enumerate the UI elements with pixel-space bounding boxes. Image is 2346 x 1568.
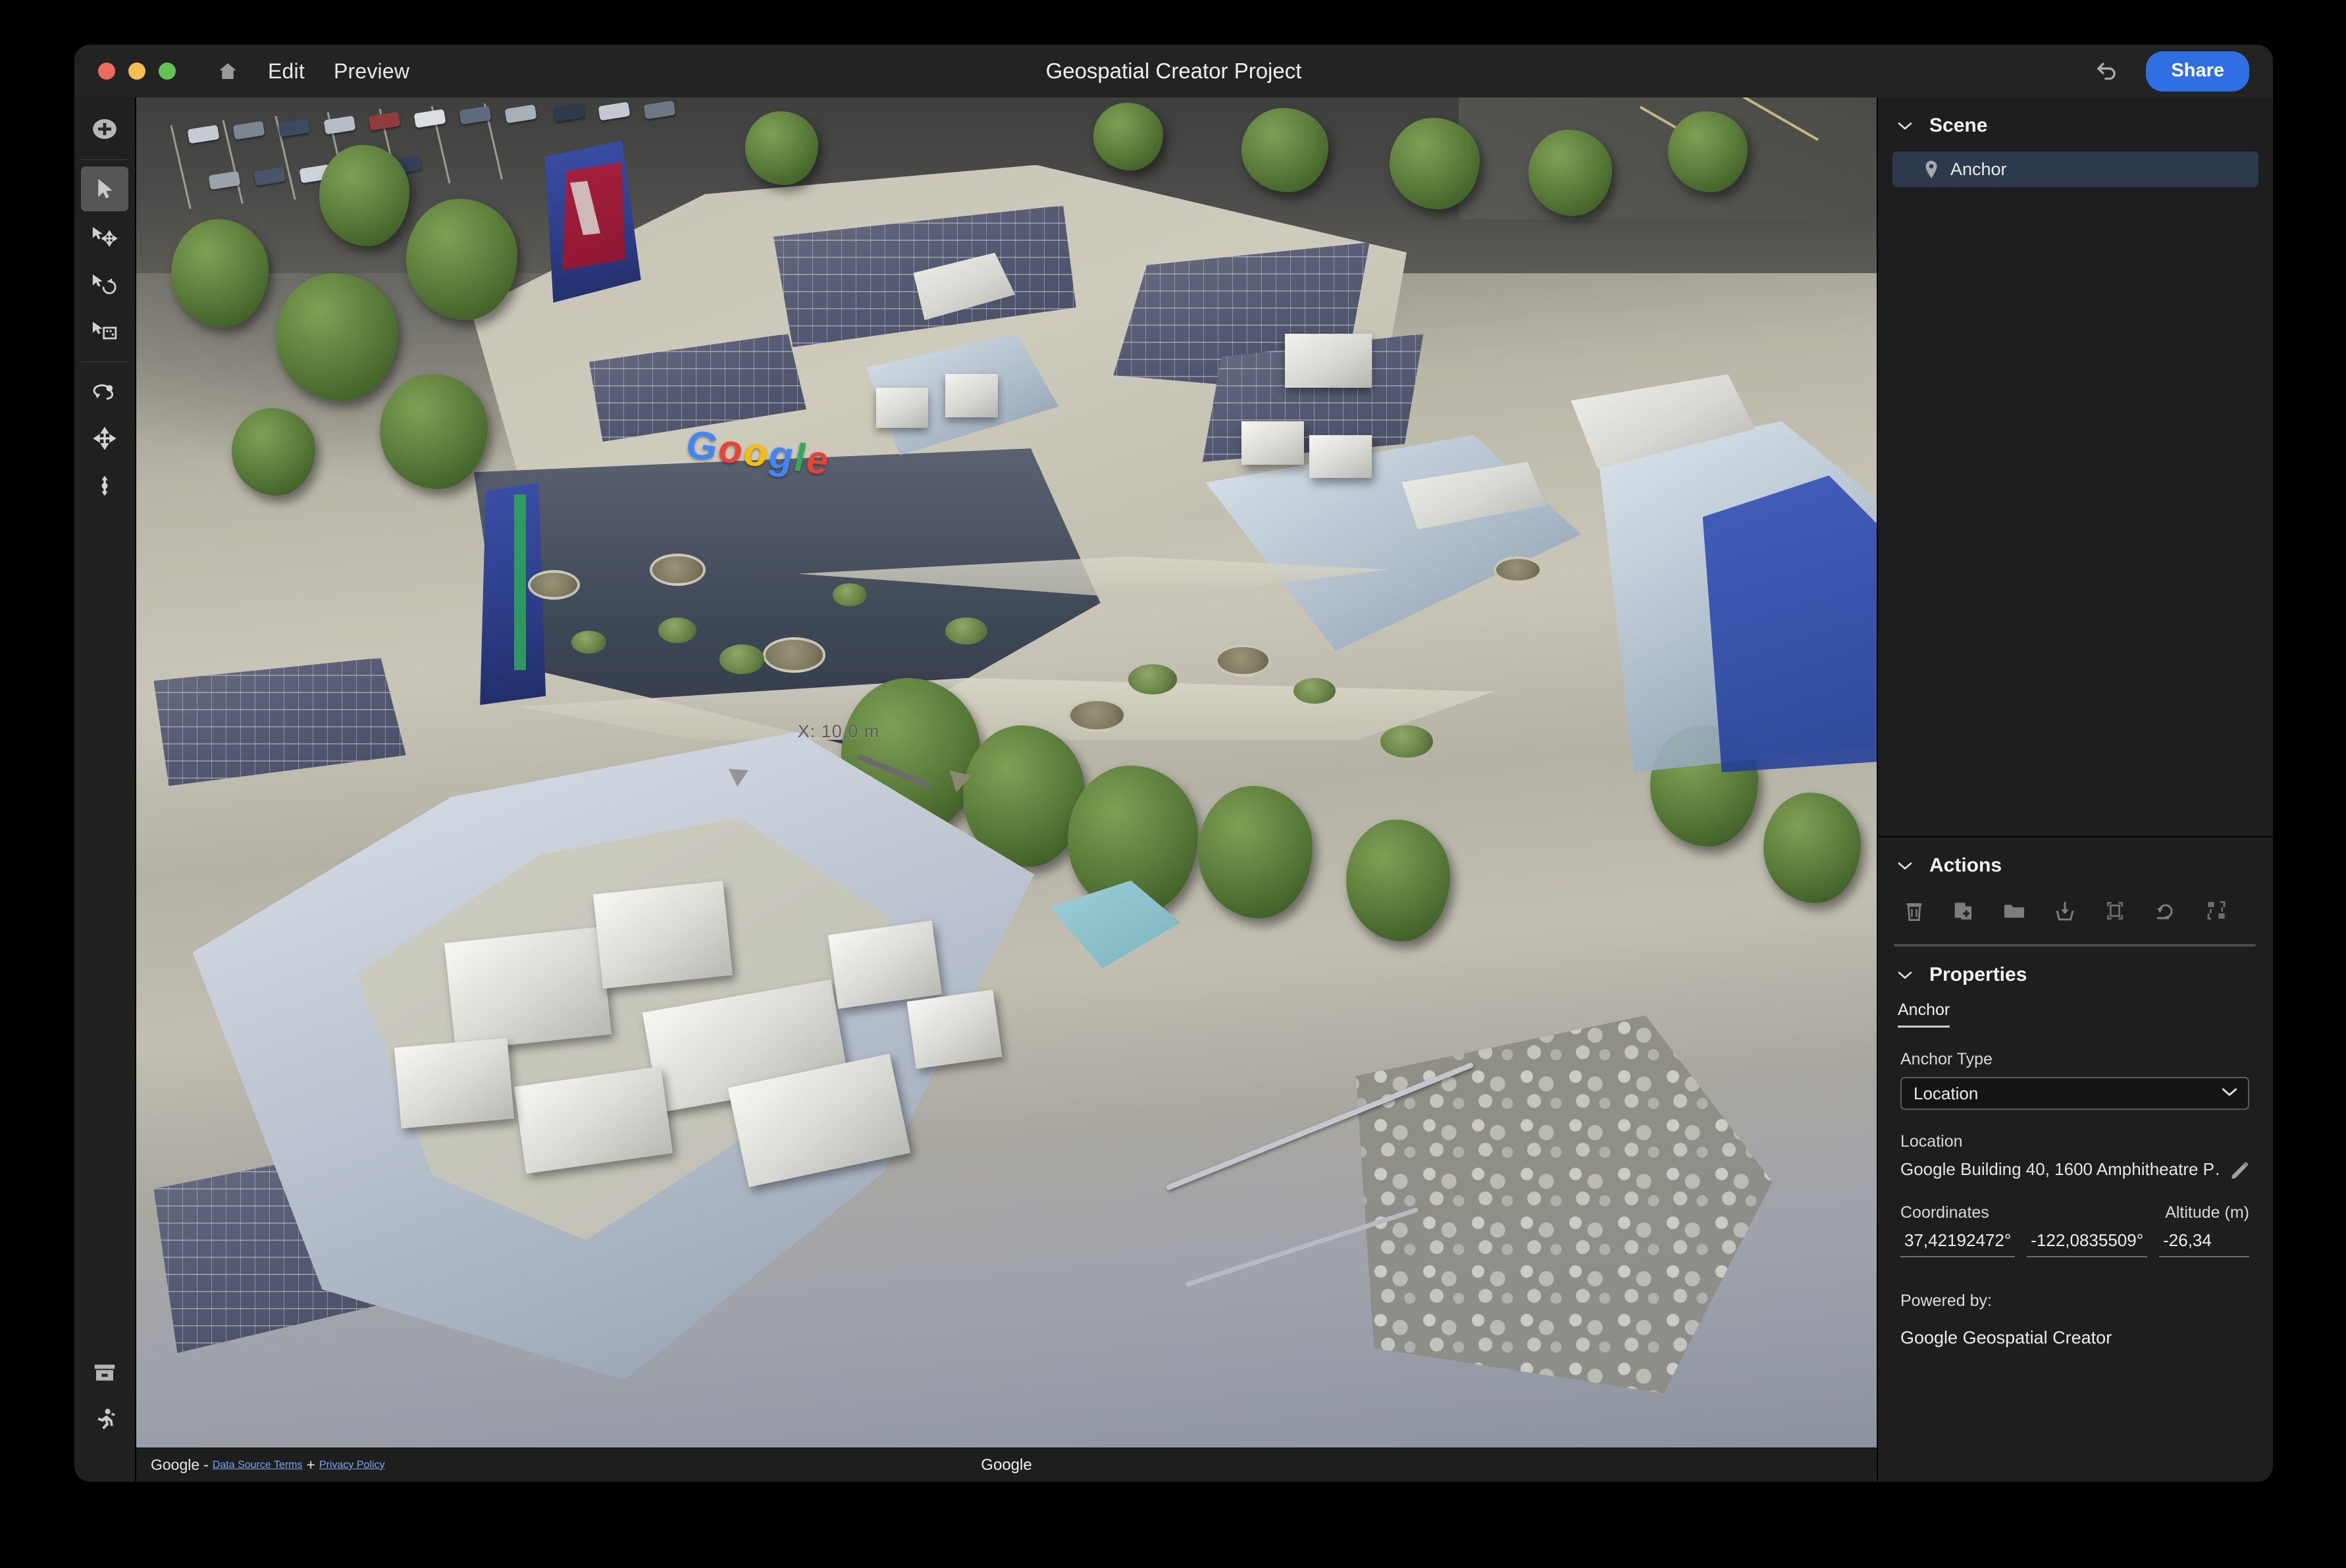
walk-mode-tool[interactable] bbox=[81, 1398, 128, 1442]
minimize-window-button[interactable] bbox=[128, 63, 145, 80]
actions-panel-header[interactable]: Actions bbox=[1878, 837, 2273, 891]
import-icon[interactable] bbox=[2054, 899, 2075, 922]
cursor-move-icon bbox=[90, 225, 119, 248]
actions-toolbar bbox=[1878, 891, 2273, 929]
coordinates-label: Coordinates bbox=[1900, 1203, 1989, 1222]
longitude-input[interactable]: -122,0835509° bbox=[2027, 1230, 2148, 1257]
archive-box-icon bbox=[93, 1363, 117, 1383]
scene-item-label: Anchor bbox=[1950, 159, 2007, 179]
latitude-input[interactable]: 37,42192472° bbox=[1900, 1230, 2016, 1257]
vertical-arrows-icon bbox=[94, 473, 115, 498]
attribution-google: Google bbox=[151, 1456, 200, 1473]
properties-panel-header[interactable]: Properties bbox=[1878, 947, 2273, 1001]
orbit-tool[interactable] bbox=[81, 369, 128, 413]
undo-icon[interactable] bbox=[2095, 60, 2120, 82]
google-watermark: Google bbox=[981, 1455, 1032, 1474]
aerial-3d-scene: Google X: 10,0 m bbox=[136, 97, 1877, 1448]
menu-item-preview[interactable]: Preview bbox=[334, 61, 409, 82]
scene-item-anchor[interactable]: Anchor bbox=[1892, 151, 2258, 187]
frame-icon[interactable] bbox=[2104, 899, 2125, 922]
cursor-arrow-icon bbox=[93, 177, 116, 201]
undo-arrow-icon[interactable] bbox=[2154, 900, 2177, 921]
close-window-button[interactable] bbox=[98, 63, 115, 80]
tab-anchor[interactable]: Anchor bbox=[1898, 1001, 1950, 1028]
pan-tool[interactable] bbox=[81, 416, 128, 461]
home-icon[interactable] bbox=[217, 61, 239, 82]
menu-bar: Edit Preview bbox=[217, 61, 409, 82]
trash-icon[interactable] bbox=[1904, 899, 1924, 922]
anchor-type-label: Anchor Type bbox=[1900, 1050, 1993, 1068]
menu-item-edit[interactable]: Edit bbox=[268, 61, 305, 82]
traffic-light-buttons bbox=[98, 63, 176, 80]
assets-tool[interactable] bbox=[81, 1350, 128, 1395]
select-tool[interactable] bbox=[81, 167, 128, 211]
scale-tool[interactable] bbox=[81, 309, 128, 353]
pan-arrows-icon bbox=[92, 426, 117, 451]
anchor-type-value: Location bbox=[1914, 1083, 1979, 1103]
scene-panel-title: Scene bbox=[1929, 115, 1988, 136]
chevron-down-icon bbox=[1898, 122, 1912, 130]
zoom-elevation-tool[interactable] bbox=[81, 463, 128, 508]
swap-icon[interactable] bbox=[2206, 899, 2227, 922]
map-3d-viewport[interactable]: Google X: 10,0 m bbox=[136, 97, 1877, 1448]
duplicate-icon[interactable] bbox=[1953, 899, 1974, 922]
altitude-input[interactable]: -26,34 bbox=[2159, 1230, 2249, 1257]
chevron-down-icon bbox=[2222, 1087, 2237, 1100]
gizmo-x-axis-label: X: 10,0 m bbox=[797, 721, 880, 741]
gizmo-x-axis-cone[interactable] bbox=[945, 770, 972, 795]
app-window: Edit Preview Geospatial Creator Project … bbox=[74, 45, 2273, 1482]
anchor-type-select[interactable]: Location bbox=[1900, 1077, 2249, 1110]
add-object-tool[interactable] bbox=[81, 107, 128, 151]
coordinates-inputs-row: 37,42192472° -122,0835509° -26,34 bbox=[1900, 1230, 2249, 1257]
right-panel: Scene Anchor Actions Properties Anchor A… bbox=[1878, 97, 2273, 1482]
folder-icon[interactable] bbox=[2003, 901, 2025, 920]
toolbar-bottom-group bbox=[74, 1350, 135, 1445]
powered-by-value: Google Geospatial Creator bbox=[1900, 1328, 2112, 1347]
data-source-terms-link[interactable]: Data Source Terms bbox=[213, 1459, 303, 1471]
viewport-attribution-bar: Google - Data Source Terms + Privacy Pol… bbox=[136, 1448, 1877, 1482]
chevron-down-icon bbox=[1898, 971, 1912, 980]
chevron-down-icon bbox=[1898, 862, 1912, 870]
actions-panel: Actions bbox=[1878, 837, 2273, 947]
pencil-edit-icon[interactable] bbox=[2229, 1160, 2249, 1180]
location-label: Location bbox=[1900, 1132, 1963, 1151]
location-field-row: Google Building 40, 1600 Amphitheatre P… bbox=[1900, 1159, 2249, 1180]
powered-by-label: Powered by: bbox=[1900, 1292, 1992, 1310]
properties-panel-title: Properties bbox=[1929, 964, 2027, 985]
cursor-scale-icon bbox=[90, 320, 119, 342]
plus-circle-icon bbox=[91, 117, 118, 142]
attribution-dash: - bbox=[203, 1456, 209, 1473]
app-body: Google X: 10,0 m Google - Data Source Te… bbox=[74, 97, 2273, 1482]
maximize-window-button[interactable] bbox=[159, 63, 176, 80]
toolbar-divider-1 bbox=[81, 159, 128, 160]
attribution-plus: + bbox=[306, 1456, 315, 1473]
scene-panel: Scene Anchor bbox=[1878, 97, 2273, 836]
title-bar-actions: Share bbox=[2095, 51, 2249, 91]
orbit-icon bbox=[91, 380, 118, 403]
coordinates-header-row: Coordinates Altitude (m) bbox=[1900, 1203, 2249, 1222]
map-pin-icon bbox=[1924, 160, 1939, 179]
privacy-policy-link[interactable]: Privacy Policy bbox=[319, 1459, 385, 1471]
properties-panel: Properties Anchor Anchor Type Location L… bbox=[1878, 947, 2273, 1368]
actions-panel-title: Actions bbox=[1929, 854, 2002, 876]
share-button[interactable]: Share bbox=[2146, 51, 2249, 91]
rotate-tool[interactable] bbox=[81, 261, 128, 306]
gizmo-y-axis-cone[interactable] bbox=[727, 769, 748, 788]
toolbar-divider-2 bbox=[81, 361, 128, 362]
left-toolbar bbox=[74, 97, 135, 1482]
move-tool[interactable] bbox=[81, 214, 128, 259]
viewport-container: Google X: 10,0 m Google - Data Source Te… bbox=[135, 97, 1878, 1482]
title-bar: Edit Preview Geospatial Creator Project … bbox=[74, 45, 2273, 97]
running-person-icon bbox=[93, 1407, 117, 1432]
scene-panel-header[interactable]: Scene bbox=[1878, 97, 2273, 151]
cursor-rotate-icon bbox=[90, 273, 119, 295]
altitude-label: Altitude (m) bbox=[2165, 1203, 2249, 1222]
location-value: Google Building 40, 1600 Amphitheatre P… bbox=[1900, 1159, 2220, 1179]
